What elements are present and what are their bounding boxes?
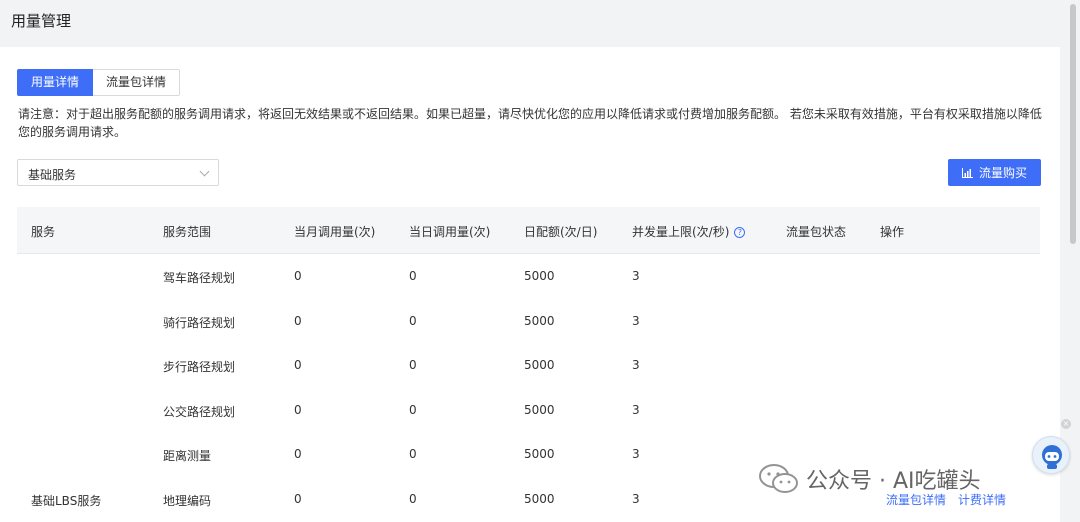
assistant-avatar[interactable]	[1032, 436, 1070, 474]
col-monthly: 当月调用量(次)	[294, 225, 376, 239]
col-quota: 日配额(次/日)	[524, 225, 598, 239]
help-icon[interactable]: ?	[734, 227, 746, 238]
cell-quota: 5000	[524, 447, 555, 461]
cell-daily: 0	[409, 447, 417, 461]
cell-monthly: 0	[294, 269, 302, 283]
table-row: 驾车路径规划 0 0 5000 3	[17, 254, 1040, 299]
col-service: 服务	[31, 225, 56, 239]
cell-daily: 0	[409, 491, 417, 506]
chevron-down-icon	[199, 166, 210, 177]
cell-concurrency: 3	[632, 447, 640, 461]
service-type-select[interactable]: 基础服务	[17, 159, 219, 186]
scrollbar-thumb[interactable]	[1070, 4, 1076, 244]
col-concurrency-label: 并发量上限(次/秒)	[632, 225, 730, 239]
cell-scope: 距离测量	[163, 449, 212, 463]
table-row: 步行路径规划 0 0 5000 3	[17, 343, 1040, 388]
cell-concurrency: 3	[632, 491, 640, 506]
page-title: 用量管理	[11, 12, 72, 30]
notice-text: 请注意：对于超出服务配额的服务调用请求，将返回无效结果或不返回结果。如果已超量，…	[18, 107, 1042, 139]
col-scope: 服务范围	[163, 225, 212, 239]
tab-bar: 用量详情 流量包详情	[17, 69, 181, 96]
cell-monthly: 0	[294, 491, 302, 506]
cell-daily: 0	[409, 269, 417, 283]
bar-chart-icon	[961, 167, 973, 178]
table-header: 服务 服务范围 当月调用量(次) 当日调用量(次) 日配额(次/日) 并发量上限…	[17, 207, 1040, 254]
cell-monthly: 0	[294, 313, 302, 328]
cell-quota: 5000	[524, 402, 555, 417]
usage-card: 用量详情 流量包详情 请注意：对于超出服务配额的服务调用请求，将返回无效结果或不…	[0, 47, 1060, 522]
cell-service: 基础LBS服务	[31, 493, 102, 508]
page-header: 用量管理	[0, 0, 1080, 46]
col-daily: 当日调用量(次)	[409, 225, 491, 239]
cell-scope: 骑行路径规划	[163, 315, 236, 330]
cell-concurrency: 3	[632, 269, 640, 283]
cell-monthly: 0	[294, 402, 302, 417]
table-row: 公交路径规划 0 0 5000 3	[17, 388, 1040, 433]
watermark: 公众号 · AI吃罐头	[758, 463, 981, 495]
cell-scope: 步行路径规划	[163, 360, 236, 374]
buy-traffic-label: 流量购买	[978, 166, 1027, 180]
cell-scope: 地理编码	[163, 493, 212, 508]
cell-monthly: 0	[294, 358, 302, 372]
buy-traffic-button[interactable]: 流量购买	[948, 159, 1041, 186]
cell-scope: 驾车路径规划	[163, 271, 236, 285]
cell-concurrency: 3	[632, 313, 640, 328]
table-row: 骑行路径规划 0 0 5000 3	[17, 299, 1040, 344]
wechat-logo-icon	[759, 464, 798, 493]
watermark-text: 公众号 · AI吃罐头	[806, 469, 981, 494]
cell-concurrency: 3	[632, 358, 640, 372]
cell-concurrency: 3	[632, 402, 640, 417]
cell-quota: 5000	[524, 269, 555, 283]
cell-daily: 0	[409, 313, 417, 328]
tab-usage-detail[interactable]: 用量详情	[17, 69, 94, 96]
close-icon[interactable]: ×	[1061, 419, 1071, 429]
cell-daily: 0	[409, 358, 417, 372]
cell-quota: 5000	[524, 358, 555, 372]
cell-quota: 5000	[524, 313, 555, 328]
col-concurrency: 并发量上限(次/秒)?	[632, 223, 746, 240]
cell-monthly: 0	[294, 447, 302, 461]
col-package-status: 流量包状态	[786, 225, 847, 239]
cell-quota: 5000	[524, 491, 555, 506]
robot-avatar-icon	[1042, 445, 1062, 469]
col-actions: 操作	[880, 225, 905, 239]
cell-scope: 公交路径规划	[163, 404, 236, 419]
tab-package-detail[interactable]: 流量包详情	[93, 69, 181, 96]
cell-daily: 0	[409, 402, 417, 417]
service-type-value: 基础服务	[28, 168, 77, 182]
